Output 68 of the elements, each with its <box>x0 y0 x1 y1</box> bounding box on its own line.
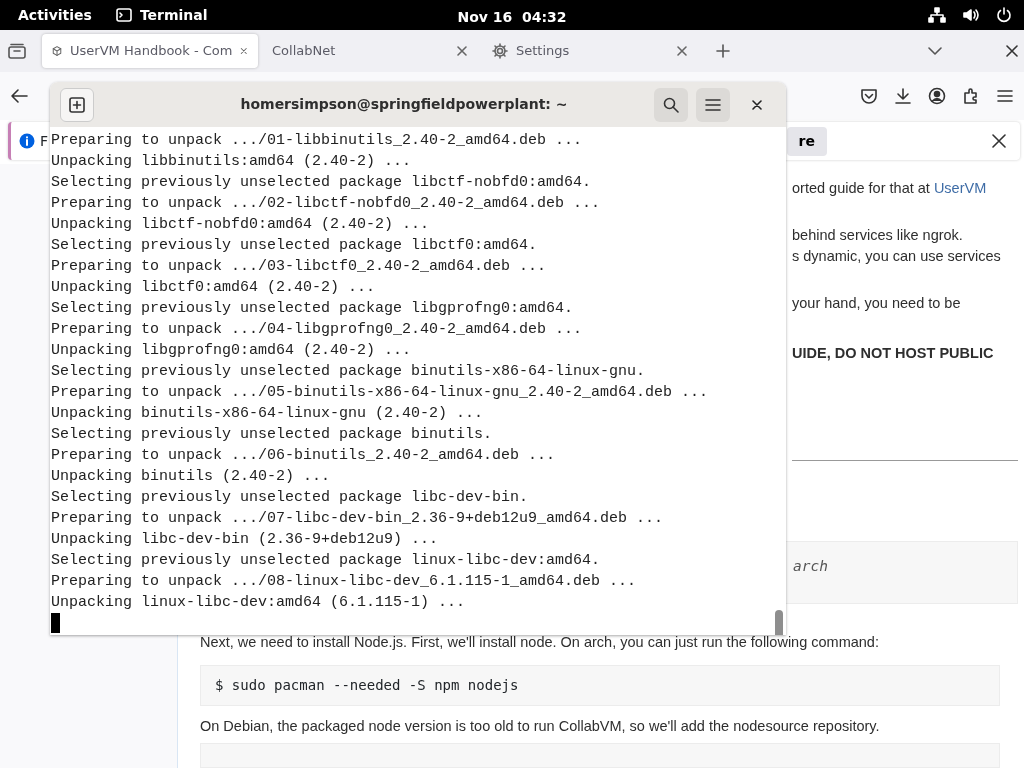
terminal-line: Preparing to unpack .../04-libgprofng0_2.40-2_amd64.deb ... <box>51 320 584 340</box>
tab-overview-icon[interactable] <box>8 43 26 59</box>
clock[interactable]: Nov 16 04:32 <box>457 9 567 25</box>
terminal-line: Preparing to unpack .../06-binutils_2.40-2_amd64.deb ... <box>51 446 557 466</box>
activities-button[interactable]: Activities <box>18 4 92 26</box>
window-title: homersimpson@springfieldpowerplant: ~ <box>239 95 569 114</box>
search-button[interactable] <box>654 87 688 122</box>
terminal-line: Unpacking binutils-x86-64-linux-gnu (2.40-2) ... <box>51 404 485 424</box>
terminal-line: Selecting previously unselected package binutils-x86-64-linux-gnu. <box>51 362 647 382</box>
warning-text: UIDE, DO NOT HOST PUBLIC <box>792 344 995 363</box>
terminal-line: Selecting previously unselected package libctf0:amd64. <box>51 236 539 256</box>
terminal-line: Selecting previously unselected package libgprofng0:amd64. <box>51 299 575 319</box>
notification-action-button[interactable]: re <box>786 126 827 156</box>
power-icon[interactable] <box>996 7 1012 23</box>
new-tab-icon[interactable] <box>716 44 730 58</box>
terminal-line: Unpacking libctf0:amd64 (2.40-2) ... <box>51 278 377 298</box>
menu-icon[interactable] <box>996 88 1014 104</box>
terminal-line: Selecting previously unselected package libctf-nobfd0:amd64. <box>51 173 593 193</box>
code-text: $ sudo pacman --needed -S npm nodejs <box>215 675 519 695</box>
pocket-icon[interactable] <box>860 87 878 105</box>
browser-tab[interactable]: Settings <box>482 34 698 68</box>
menu-icon <box>705 97 721 112</box>
paragraph-text: orted guide for that at UserVM <box>792 179 988 198</box>
terminal-line: Unpacking libc-dev-bin (2.36-9+deb12u9) ... <box>51 530 440 550</box>
link[interactable]: UserVM <box>933 180 987 196</box>
terminal-line: Preparing to unpack .../02-libctf-nobfd0_2.40-2_amd64.deb ... <box>51 194 602 214</box>
terminal-line: Selecting previously unselected package libc-dev-bin. <box>51 488 530 508</box>
terminal-icon[interactable] <box>115 7 132 23</box>
terminal-line: Selecting previously unselected package binutils. <box>51 425 494 445</box>
account-icon[interactable] <box>928 87 946 105</box>
terminal-line: Selecting previously unselected package linux-libc-dev:amd64. <box>51 551 602 571</box>
download-icon[interactable] <box>894 87 912 105</box>
terminal-line: Unpacking libbinutils:amd64 (2.40-2) ... <box>51 152 413 172</box>
cursor <box>51 613 60 633</box>
network-icon[interactable] <box>928 7 946 23</box>
info-icon <box>19 133 35 149</box>
browser-tab[interactable]: CollabNet <box>262 34 478 68</box>
app-menu-label[interactable]: Terminal <box>139 4 208 26</box>
code-text: arch <box>793 558 828 574</box>
search-icon <box>663 96 679 113</box>
back-arrow-icon[interactable] <box>10 88 28 104</box>
volume-icon[interactable] <box>962 7 980 23</box>
gear-icon <box>492 43 508 59</box>
terminal-line: Preparing to unpack .../05-binutils-x86-64-linux-gnu_2.40-2_amd64.deb ... <box>51 383 710 403</box>
paragraph-text: behind services like ngrok. <box>792 226 964 245</box>
close-icon[interactable] <box>1006 45 1018 57</box>
paragraph-text: your hand, you need to be <box>792 294 962 313</box>
terminal-line: Unpacking libgprofng0:amd64 (2.40-2) ... <box>51 341 413 361</box>
terminal-line: Unpacking binutils (2.40-2) ... <box>51 467 332 487</box>
chevron-down-icon[interactable] <box>928 46 942 56</box>
site-icon <box>52 43 63 59</box>
paragraph-text: Next, we need to install Node.js. First, we'll install node. On arch, you can just run the following command: <box>200 633 880 652</box>
plus-box-icon <box>69 96 85 113</box>
terminal-line: Preparing to unpack .../03-libctf0_2.40-2_amd64.deb ... <box>51 257 548 277</box>
extensions-icon[interactable] <box>962 87 980 105</box>
paragraph-text: On Debian, the packaged node version is too old to run CollabVM, so we'll add the nodesource repository. <box>200 716 881 736</box>
terminal-line: Preparing to unpack .../07-libc-dev-bin_2.36-9+deb12u9_amd64.deb ... <box>51 509 665 529</box>
notification-text: F <box>40 131 49 151</box>
terminal-line: Preparing to unpack .../08-linux-libc-dev_6.1.115-1_amd64.deb ... <box>51 572 638 592</box>
menu-button[interactable] <box>696 87 730 122</box>
close-icon <box>752 99 762 110</box>
paragraph-text: s dynamic, you can use services <box>792 247 1002 266</box>
terminal-line: Unpacking libctf-nobfd0:amd64 (2.40-2) ... <box>51 215 431 235</box>
close-icon[interactable] <box>992 134 1006 148</box>
browser-tab[interactable]: UserVM Handbook - Com <box>42 34 258 68</box>
terminal-line: Unpacking linux-libc-dev:amd64 (6.1.115-1) ... <box>51 593 467 613</box>
terminal-line: Preparing to unpack .../01-libbinutils_2.40-2_amd64.deb ... <box>51 131 584 151</box>
new-tab-button[interactable] <box>60 87 94 122</box>
